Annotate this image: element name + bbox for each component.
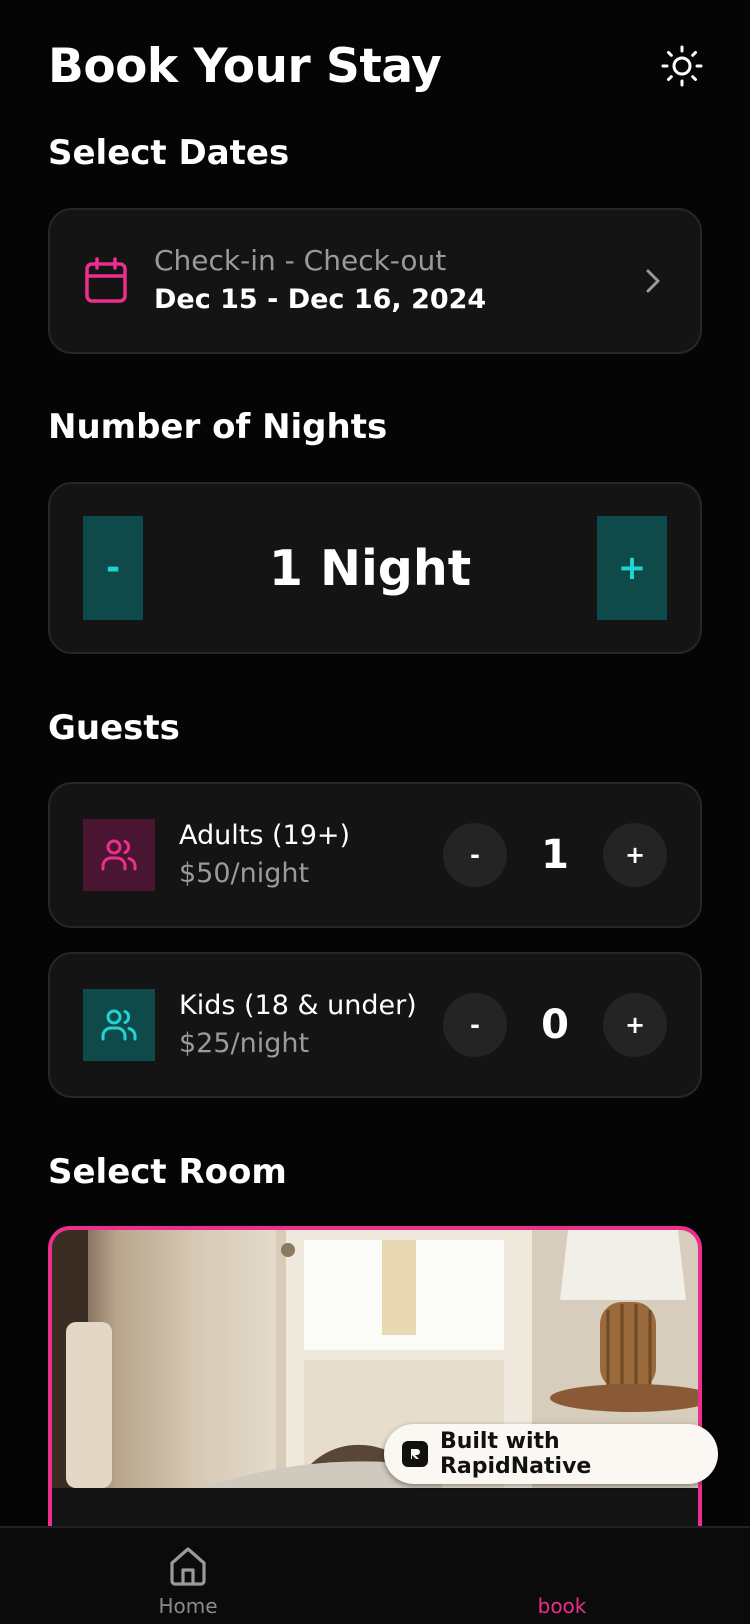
tab-book[interactable]: book bbox=[462, 1528, 662, 1624]
built-with-badge[interactable]: Built with RapidNative bbox=[384, 1424, 718, 1484]
adults-decrement-button[interactable]: - bbox=[443, 823, 507, 887]
select-room-heading: Select Room bbox=[48, 1152, 287, 1192]
chevron-right-icon bbox=[646, 269, 660, 293]
date-text: Check-in - Check-out Dec 15 - Dec 16, 20… bbox=[154, 242, 640, 320]
select-dates-heading: Select Dates bbox=[48, 133, 290, 173]
nights-heading: Number of Nights bbox=[48, 407, 388, 447]
nights-stepper-card: - 1 Night + bbox=[48, 482, 702, 654]
date-range-label: Check-in - Check-out bbox=[154, 244, 447, 277]
theme-toggle-button[interactable] bbox=[656, 40, 708, 92]
tab-home-label: Home bbox=[158, 1594, 218, 1618]
nights-value: 1 Night bbox=[268, 539, 472, 597]
badge-text: Built with RapidNative bbox=[439, 1429, 592, 1479]
tab-book-label: book bbox=[537, 1594, 587, 1618]
guest-row-adults: Adults (19+) $50/night - 1 + bbox=[48, 782, 702, 928]
adults-text: Adults (19+) $50/night bbox=[179, 817, 443, 893]
adults-increment-button[interactable]: + bbox=[603, 823, 667, 887]
adults-count: 1 bbox=[541, 832, 569, 878]
guest-row-kids: Kids (18 & under) $25/night - 0 + bbox=[48, 952, 702, 1098]
nights-increment-button[interactable]: + bbox=[597, 516, 667, 620]
header: Book Your Stay bbox=[48, 36, 703, 96]
kids-icon-box bbox=[83, 989, 155, 1061]
adults-price: $50/night bbox=[179, 858, 310, 889]
home-icon bbox=[170, 1547, 206, 1586]
kids-decrement-button[interactable]: - bbox=[443, 993, 507, 1057]
guests-heading: Guests bbox=[48, 708, 180, 748]
users-icon bbox=[101, 1009, 137, 1041]
kids-label: Kids (18 & under) bbox=[179, 990, 417, 1021]
date-picker-card[interactable]: Check-in - Check-out Dec 15 - Dec 16, 20… bbox=[48, 208, 702, 354]
rapidnative-logo-icon bbox=[402, 1441, 428, 1467]
kids-count: 0 bbox=[541, 1002, 569, 1048]
adults-icon-box bbox=[83, 819, 155, 891]
sun-icon bbox=[661, 45, 703, 87]
tab-home[interactable]: Home bbox=[88, 1528, 288, 1624]
kids-increment-button[interactable]: + bbox=[603, 993, 667, 1057]
page-title: Book Your Stay bbox=[48, 38, 442, 94]
nights-decrement-button[interactable]: - bbox=[83, 516, 143, 620]
users-icon bbox=[101, 839, 137, 871]
kids-text: Kids (18 & under) $25/night bbox=[179, 987, 443, 1063]
adults-label: Adults (19+) bbox=[179, 820, 351, 851]
tab-bar: Home book bbox=[0, 1526, 750, 1624]
kids-price: $25/night bbox=[179, 1028, 310, 1059]
calendar-icon bbox=[85, 257, 127, 303]
date-range-value: Dec 15 - Dec 16, 2024 bbox=[154, 284, 487, 315]
